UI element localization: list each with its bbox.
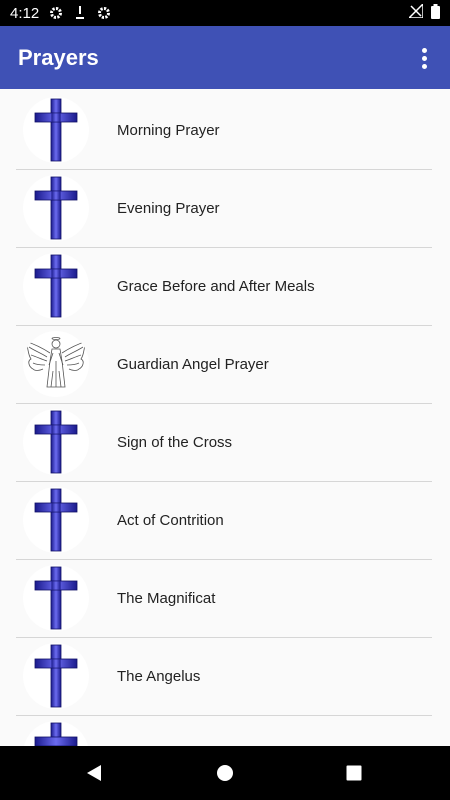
list-item[interactable]: Act of Contrition bbox=[0, 482, 450, 560]
status-time: 4:12 bbox=[10, 4, 40, 22]
list-item[interactable]: Sign of the Cross bbox=[0, 404, 450, 482]
home-icon[interactable] bbox=[213, 761, 237, 785]
list-item-label: Grace Before and After Meals bbox=[117, 278, 315, 295]
recents-icon[interactable] bbox=[342, 761, 366, 785]
list-item-label: Sign of the Cross bbox=[117, 434, 233, 451]
list-item-label: The Angelus bbox=[117, 668, 201, 685]
list-item-label: Guardian Angel Prayer bbox=[117, 356, 269, 373]
nav-bar bbox=[0, 746, 450, 800]
cross-icon bbox=[23, 97, 89, 163]
cross-icon bbox=[23, 487, 89, 553]
cross-icon bbox=[23, 175, 89, 241]
app-bar: Prayers bbox=[0, 26, 450, 89]
list-item[interactable]: Morning Prayer bbox=[0, 92, 450, 170]
list-item[interactable]: Grace Before and After Meals bbox=[0, 248, 450, 326]
download-icon bbox=[73, 6, 87, 20]
settings-icon bbox=[97, 6, 111, 20]
status-bar: 4:12 bbox=[0, 0, 450, 26]
list-item[interactable]: The Angelus bbox=[0, 638, 450, 716]
cross-icon bbox=[23, 565, 89, 631]
angel-icon bbox=[23, 331, 89, 397]
page-title: Prayers bbox=[18, 44, 99, 70]
more-vert-icon[interactable] bbox=[412, 46, 436, 70]
cross-icon bbox=[23, 643, 89, 709]
list-item-label: Morning Prayer bbox=[117, 122, 220, 139]
signal-icon bbox=[407, 2, 424, 22]
prayer-list: Morning Prayer Evening Prayer Grace Befo… bbox=[0, 89, 450, 746]
list-item[interactable]: The Magnificat bbox=[0, 560, 450, 638]
list-item-label: Evening Prayer bbox=[117, 200, 220, 217]
list-item-partial[interactable] bbox=[0, 716, 450, 746]
cross-icon bbox=[23, 721, 89, 746]
battery-icon bbox=[431, 3, 440, 23]
list-item[interactable]: Evening Prayer bbox=[0, 170, 450, 248]
list-item-label: The Magnificat bbox=[117, 590, 216, 607]
list-item-label: Act of Contrition bbox=[117, 512, 224, 529]
cross-icon bbox=[23, 409, 89, 475]
settings-icon bbox=[49, 6, 63, 20]
list-item[interactable]: Guardian Angel Prayer bbox=[0, 326, 450, 404]
back-icon[interactable] bbox=[82, 761, 106, 785]
cross-icon bbox=[23, 253, 89, 319]
